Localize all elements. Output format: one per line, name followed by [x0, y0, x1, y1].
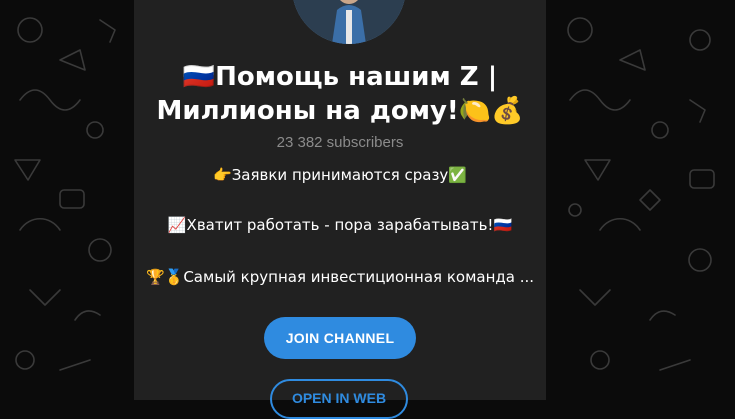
subscriber-count: 23 382 subscribers: [276, 134, 404, 151]
description-line-1: 👉Заявки принимаются сразу✅: [213, 166, 467, 184]
channel-title-line-2: Миллионы на дому!🍋💰: [156, 96, 524, 126]
join-channel-button[interactable]: JOIN CHANNEL: [264, 317, 416, 359]
channel-title-line-1: 🇷🇺Помощь нашим Z |: [182, 62, 498, 92]
channel-title: 🇷🇺Помощь нашим Z | Миллионы на дому!🍋💰: [134, 60, 546, 128]
description-line-3: 🏆🥇Самый крупная инвестиционная команда .…: [145, 268, 535, 286]
description-line-2: 📈Хватит работать - пора зарабатывать!🇷🇺: [167, 216, 513, 234]
open-in-web-button[interactable]: OPEN IN WEB: [270, 379, 408, 419]
